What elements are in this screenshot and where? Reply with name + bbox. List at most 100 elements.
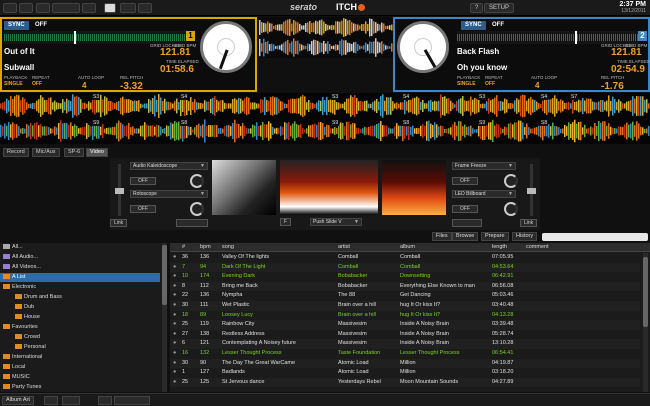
tab-video[interactable]: Video (86, 148, 108, 157)
cue-marker[interactable]: S4 (402, 94, 411, 100)
fx-select-left-2[interactable]: Rotoscope ▼ (130, 190, 208, 198)
fx-f-button[interactable]: F (280, 218, 292, 226)
horizontal-layout-icon[interactable] (36, 3, 50, 13)
crate-item[interactable]: Drum and Bass (0, 293, 160, 302)
layout-icon[interactable] (3, 3, 17, 13)
view-list-icon[interactable] (98, 396, 112, 405)
table-row[interactable]: ● 10 174 Evening Dark Bobabacker Downsetting 0… (170, 272, 640, 282)
cue-marker[interactable]: S9 (331, 120, 340, 126)
link-button-left[interactable]: Link (110, 219, 128, 227)
brightness-icon[interactable] (120, 3, 136, 13)
extended-view-icon[interactable] (82, 3, 96, 13)
view-mode-buttons[interactable] (114, 396, 150, 405)
virtual-platter-left[interactable] (200, 21, 252, 73)
crate-item[interactable]: Electronic (0, 283, 160, 292)
tab-sp6[interactable]: SP-6 (64, 148, 85, 157)
view-mode-button[interactable] (52, 3, 80, 13)
fx-knob-left-1[interactable] (190, 174, 204, 188)
cue-marker[interactable]: S3 (478, 94, 487, 100)
crate-scrollbar[interactable] (162, 243, 167, 392)
table-row[interactable]: ● 7 94 Dark Of The Light Comball Comball 04:53… (170, 262, 640, 273)
table-row[interactable]: ● 30 90 The Day The Great WarCame Atomic Loa… (170, 358, 640, 369)
setup-button[interactable]: SETUP (484, 3, 515, 13)
fx-knob-right-1[interactable] (504, 174, 518, 188)
sync-off-left[interactable]: OFF (32, 21, 50, 30)
track-scrollbar[interactable] (643, 253, 648, 392)
prepare-button[interactable]: Prepare (481, 232, 509, 241)
table-row[interactable]: ● 30 111 Wet Plastic Brain over a hill hug It… (170, 301, 640, 311)
files-button[interactable]: Files (432, 232, 452, 241)
table-row[interactable]: ● 27 138 Restless Address Massivesim Inside A… (170, 329, 640, 340)
table-row[interactable]: ● 25 125 St Jervous dance Yesterdays Rebel Mo… (170, 377, 640, 388)
album-art-button[interactable]: Album Art (2, 396, 34, 405)
table-row[interactable]: ● 22 136 Nympha The 88 Get Dancing 05:03.46 (170, 291, 640, 301)
crate-item[interactable]: Local (0, 363, 160, 372)
track-scroll-thumb[interactable] (643, 257, 648, 327)
crate-item[interactable]: Favourites (0, 323, 160, 332)
sync-button-right[interactable]: SYNC (461, 21, 486, 30)
crate-scroll-thumb[interactable] (162, 245, 167, 305)
browse-button[interactable]: Browse (452, 232, 479, 241)
video-controls-left[interactable] (176, 219, 208, 227)
history-button[interactable]: History (512, 232, 538, 241)
fx-knob-right-2[interactable] (504, 202, 518, 216)
fx-off-left-2[interactable]: OFF (130, 205, 156, 213)
crate-item[interactable]: International (0, 353, 160, 362)
tab-mic-aux[interactable]: Mic/Aux (32, 148, 60, 157)
cue-marker[interactable]: S3 (331, 94, 340, 100)
crate-item[interactable]: House (0, 313, 160, 322)
table-row[interactable]: ● 6 121 Contemplating A Noisey future Massiv… (170, 339, 640, 349)
crate-item[interactable]: Personal (0, 343, 160, 352)
crate-item[interactable]: All Videos... (0, 263, 160, 272)
cue-marker[interactable]: S8 (540, 120, 549, 126)
cue-marker[interactable]: S8 (402, 120, 411, 126)
fx-select-right-2[interactable]: LED Billboard ▼ (452, 190, 516, 198)
cue-marker[interactable]: S4 (540, 94, 549, 100)
layout-2-icon[interactable] (19, 3, 33, 13)
virtual-platter-right[interactable] (397, 21, 449, 73)
video-fader-left[interactable] (115, 164, 124, 216)
cue-marker[interactable]: S4 (180, 94, 189, 100)
col-length[interactable]: length (492, 243, 507, 252)
table-row[interactable]: ● 1 127 Badlands Atomic Load Million 03:18.20 (170, 368, 640, 378)
cue-marker[interactable]: S8 (180, 120, 189, 126)
transition-select[interactable]: Push Slide V ▼ (310, 218, 362, 226)
fx-select-left-1[interactable]: Audio Kaleidoscope ▼ (130, 162, 208, 170)
playback-value-right[interactable]: SINGLE (457, 81, 476, 87)
table-row[interactable]: ● 8 112 Bring me Back Bobabacker Everything E… (170, 281, 640, 292)
crate-item[interactable]: Party Tunes (0, 383, 160, 392)
col-number[interactable]: # (182, 243, 185, 252)
crate-item[interactable]: A List (0, 273, 160, 282)
repeat-value-left[interactable]: OFF (32, 81, 42, 87)
crate-item[interactable]: MUSIC (0, 373, 160, 382)
col-comment[interactable]: comment (526, 243, 549, 252)
main-waveform-display[interactable]: S3 S4 S3 S4 S3 S4 S7 S9 S8 S9 S8 S9 S8 (0, 93, 650, 144)
settings-icon[interactable] (138, 3, 152, 13)
fx-off-left-1[interactable]: OFF (130, 177, 156, 185)
crate-item[interactable]: Crowd (0, 333, 160, 342)
crate-item[interactable]: All Audio... (0, 253, 160, 262)
cue-marker[interactable]: S9 (92, 120, 101, 126)
fx-knob-left-2[interactable] (190, 202, 204, 216)
cue-marker[interactable]: S3 (92, 94, 101, 100)
table-row[interactable]: ● 25 119 Rainbow City Massivesim Inside A Noi… (170, 320, 640, 330)
cue-marker[interactable]: S7 (570, 94, 579, 100)
auto-loop-value-right[interactable]: 4 (535, 81, 539, 90)
col-bpm[interactable]: bpm (200, 243, 211, 252)
sync-button-left[interactable]: SYNC (4, 21, 29, 30)
table-row[interactable]: ● 16 132 Lesser Thought Process Taste Founda… (170, 349, 640, 359)
playback-value-left[interactable]: SINGLE (4, 81, 23, 87)
repeat-value-right[interactable]: OFF (485, 81, 495, 87)
tab-record[interactable]: Record (3, 148, 29, 157)
video-fader-right[interactable] (527, 164, 536, 216)
help-button[interactable]: ? (470, 3, 484, 13)
record-icon[interactable] (104, 3, 116, 13)
add-smart-crate-button[interactable] (62, 396, 80, 405)
sync-off-right[interactable]: OFF (489, 21, 507, 30)
auto-loop-value-left[interactable]: 4 (82, 81, 86, 90)
fx-off-right-2[interactable]: OFF (452, 205, 478, 213)
fx-select-right-1[interactable]: Frame Freeze ▼ (452, 162, 516, 170)
link-button-right[interactable]: Link (520, 219, 538, 227)
add-crate-button[interactable] (44, 396, 58, 405)
video-controls-right[interactable] (452, 219, 482, 227)
